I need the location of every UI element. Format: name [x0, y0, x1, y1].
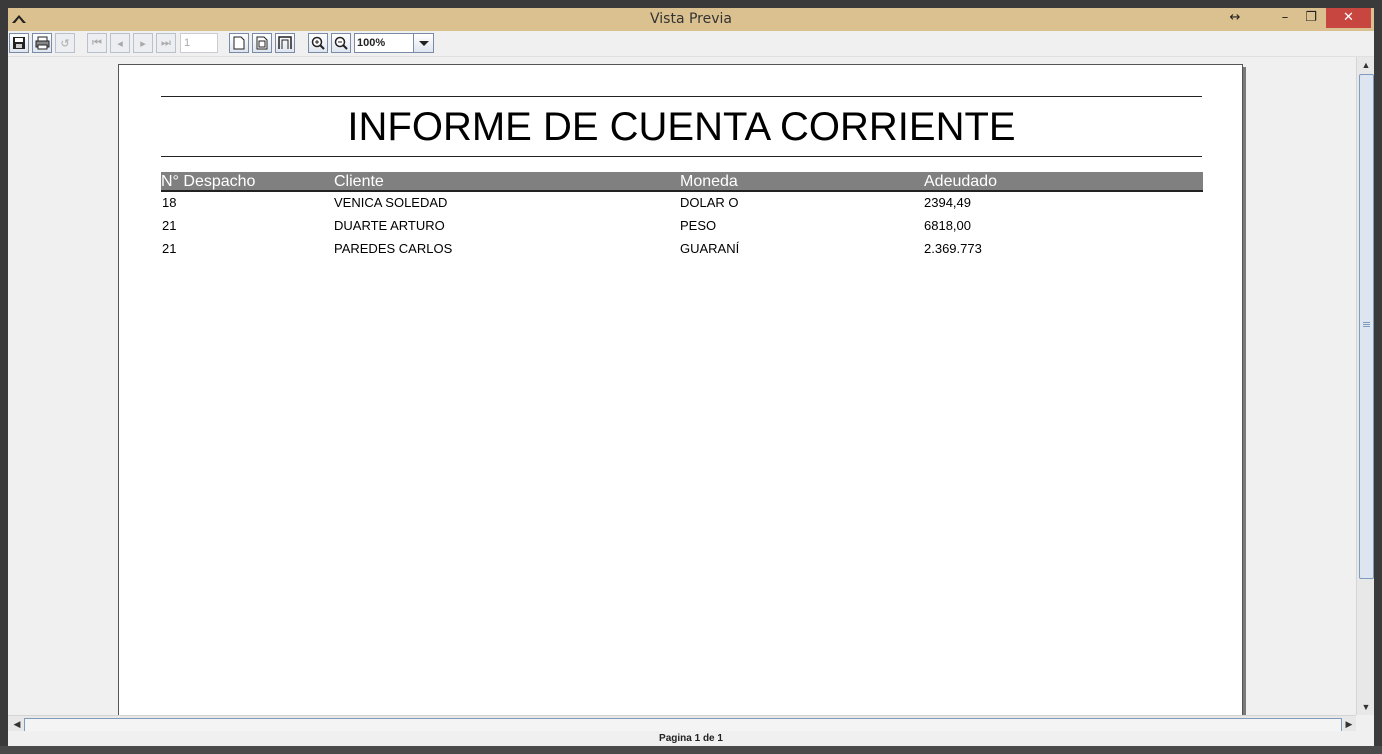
cell-cliente: VENICA SOLEDAD — [334, 195, 448, 210]
restore-button[interactable]: ❐ — [1298, 8, 1324, 28]
horizontal-scroll-thumb[interactable] — [24, 718, 1342, 732]
grip-line — [1363, 326, 1370, 327]
cell-despacho: 21 — [162, 218, 177, 233]
table-header: N° Despacho Cliente Moneda Adeudado — [161, 172, 1203, 192]
window-title: Vista Previa — [650, 11, 732, 27]
toolbar: ↺ ⏮ ◂ ▸ ⏭ 1 100% — [8, 31, 1374, 57]
single-page-icon — [233, 36, 245, 50]
cell-adeudado: 6818,00 — [924, 218, 971, 233]
minimize-button[interactable]: – — [1272, 8, 1298, 28]
scroll-down-icon[interactable]: ▼ — [1357, 699, 1374, 715]
scroll-right-icon[interactable]: ▶ — [1340, 716, 1358, 732]
column-header-moneda: Moneda — [680, 173, 738, 190]
cell-moneda: DOLAR O — [680, 195, 739, 210]
page-number-input[interactable]: 1 — [180, 33, 218, 53]
grip-line — [1363, 322, 1370, 323]
cell-despacho: 21 — [162, 241, 177, 256]
report-title: INFORME DE CUENTA CORRIENTE — [347, 105, 1016, 149]
fit-width-button[interactable] — [275, 33, 295, 53]
cell-cliente: PAREDES CARLOS — [334, 241, 453, 256]
zoom-in-button[interactable] — [308, 33, 328, 53]
cell-despacho: 18 — [162, 195, 177, 210]
chevron-down-icon[interactable] — [413, 34, 433, 52]
grip-line — [1363, 324, 1370, 325]
report-page: INFORME DE CUENTA CORRIENTE N° Despacho … — [118, 64, 1243, 715]
first-page-icon: ⏮ — [92, 36, 102, 49]
next-page-button[interactable]: ▸ — [133, 33, 153, 53]
title-bar[interactable]: Vista Previa ↔ – ❐ ✕ — [8, 8, 1374, 31]
printer-icon — [35, 36, 49, 50]
zoom-in-icon — [311, 36, 325, 50]
close-button[interactable]: ✕ — [1326, 8, 1371, 28]
previous-page-icon: ◂ — [117, 37, 123, 50]
table-row: 18 VENICA SOLEDAD DOLAR O 2394,49 — [161, 195, 1202, 215]
table-row: 21 DUARTE ARTURO PESO 6818,00 — [161, 218, 1202, 238]
last-page-icon: ⏭ — [161, 36, 171, 49]
column-header-despacho: N° Despacho — [161, 173, 256, 190]
table-row: 21 PAREDES CARLOS GUARANÍ 2.369.773 — [161, 241, 1202, 261]
zoom-value: 100% — [357, 37, 386, 49]
zoom-out-button[interactable] — [331, 33, 351, 53]
taskbar — [0, 746, 1382, 754]
vertical-scrollbar[interactable]: ▲ ▼ — [1356, 57, 1374, 715]
fit-width-icon — [278, 36, 292, 49]
cell-adeudado: 2394,49 — [924, 195, 971, 210]
next-page-icon: ▸ — [140, 37, 146, 50]
fit-page-icon — [256, 36, 268, 50]
save-icon — [13, 37, 25, 49]
horizontal-scrollbar[interactable]: ◀ ▶ — [8, 715, 1356, 732]
save-button[interactable] — [9, 33, 29, 53]
print-button[interactable] — [32, 33, 52, 53]
title-bottom-rule — [161, 156, 1202, 157]
fit-page-button[interactable] — [252, 33, 272, 53]
column-header-cliente: Cliente — [334, 173, 384, 190]
zoom-select[interactable]: 100% — [354, 33, 434, 53]
cell-adeudado: 2.369.773 — [924, 241, 982, 256]
title-top-rule — [161, 96, 1202, 97]
resize-arrows-icon[interactable]: ↔ — [1222, 8, 1248, 28]
reload-button[interactable]: ↺ — [55, 33, 75, 53]
last-page-button[interactable]: ⏭ — [156, 33, 176, 53]
cell-moneda: GUARANÍ — [680, 241, 740, 256]
previous-page-button[interactable]: ◂ — [110, 33, 130, 53]
scroll-up-icon[interactable]: ▲ — [1357, 57, 1374, 73]
zoom-out-icon — [334, 36, 348, 50]
first-page-button[interactable]: ⏮ — [87, 33, 107, 53]
preview-window: Vista Previa ↔ – ❐ ✕ ↺ ⏮ ◂ ▸ ⏭ 1 100% IN… — [8, 8, 1374, 754]
vertical-scroll-thumb[interactable] — [1359, 74, 1374, 579]
column-header-adeudado: Adeudado — [924, 173, 997, 190]
cell-moneda: PESO — [680, 218, 717, 233]
report-viewport[interactable]: INFORME DE CUENTA CORRIENTE N° Despacho … — [8, 57, 1356, 715]
reload-icon: ↺ — [60, 37, 70, 50]
cell-cliente: DUARTE ARTURO — [334, 218, 445, 233]
page-count-status: Pagina 1 de 1 — [659, 733, 723, 744]
actual-size-button[interactable] — [229, 33, 249, 53]
